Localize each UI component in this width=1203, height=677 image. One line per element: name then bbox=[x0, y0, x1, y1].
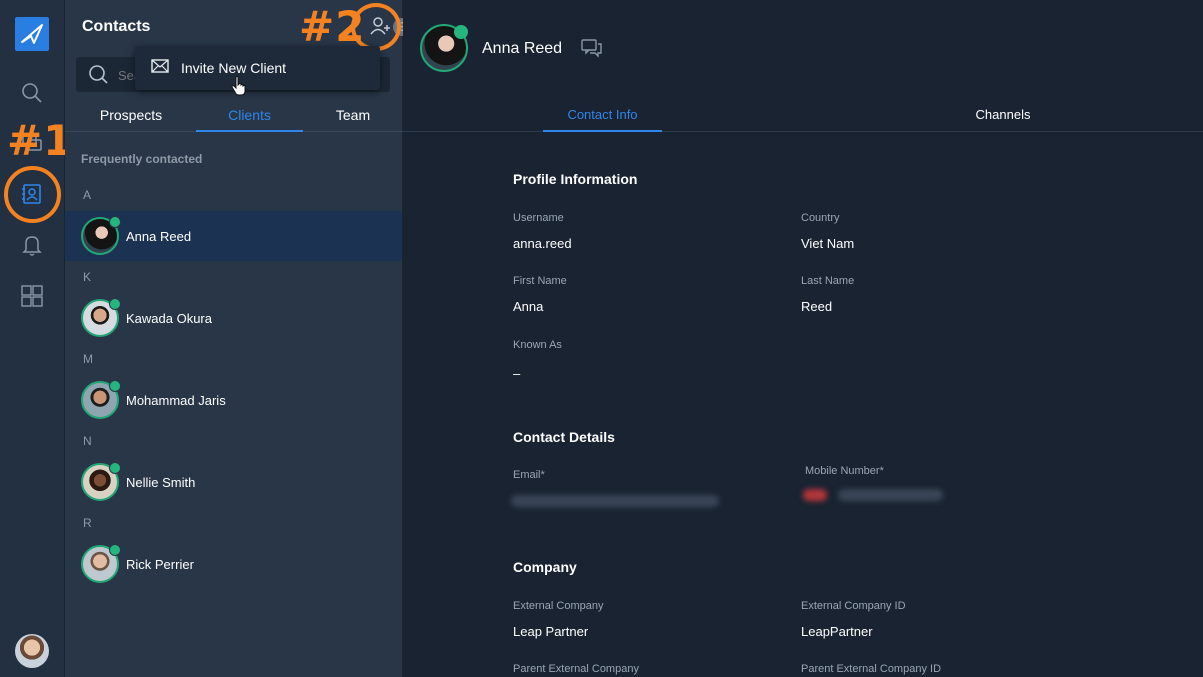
contacts-panel: Contacts ⋮ Invite New Client #2 Prospect… bbox=[65, 0, 411, 677]
contact-detail: Anna Reed Contact Info Channels Profile … bbox=[403, 0, 1203, 677]
external-company-id-label: External Company ID bbox=[801, 600, 906, 612]
contacts-tabs: Prospects Clients Team bbox=[65, 100, 403, 132]
known-as-label: Known As bbox=[513, 339, 562, 351]
contact-name: Anna Reed bbox=[126, 229, 192, 244]
country-value: Viet Nam bbox=[801, 236, 855, 251]
contact-row[interactable]: Rick Perrier bbox=[65, 539, 402, 589]
frequently-contacted-label: Frequently contacted bbox=[81, 152, 203, 166]
tab-team[interactable]: Team bbox=[323, 107, 383, 123]
username-value: anna.reed bbox=[513, 236, 572, 251]
company-heading: Company bbox=[513, 559, 577, 575]
external-company-id-value: LeapPartner bbox=[801, 624, 873, 639]
contact-header-name: Anna Reed bbox=[482, 40, 563, 57]
tab-contact-info[interactable]: Contact Info bbox=[543, 107, 662, 122]
last-name-value: Reed bbox=[801, 299, 833, 314]
annotation-ring-2 bbox=[351, 3, 401, 51]
active-tab-indicator bbox=[196, 130, 303, 132]
share-badge-icon bbox=[109, 216, 121, 228]
detail-tabs: Contact Info Channels bbox=[403, 100, 1203, 132]
share-badge-icon bbox=[109, 380, 121, 392]
share-badge-icon bbox=[109, 544, 121, 556]
logo-icon[interactable] bbox=[15, 17, 49, 51]
country-flag-redacted bbox=[803, 489, 827, 501]
first-name-value: Anna bbox=[513, 299, 544, 314]
group-letter: R bbox=[83, 516, 92, 530]
share-badge-icon bbox=[109, 298, 121, 310]
profile-heading: Profile Information bbox=[513, 171, 638, 187]
contact-name: Rick Perrier bbox=[126, 557, 194, 572]
tab-prospects[interactable]: Prospects bbox=[91, 107, 171, 123]
mobile-redacted bbox=[838, 489, 943, 501]
add-contact-menu: Invite New Client bbox=[135, 46, 380, 96]
tab-clients[interactable]: Clients bbox=[196, 107, 303, 123]
parent-external-company-id-label: Parent External Company ID bbox=[801, 663, 942, 675]
hand-cursor-icon bbox=[231, 76, 247, 101]
first-name-label: First Name bbox=[513, 275, 567, 287]
external-company-value: Leap Partner bbox=[513, 624, 589, 639]
contact-row[interactable]: Kawada Okura bbox=[65, 293, 402, 343]
group-letter: K bbox=[83, 270, 92, 284]
contact-row[interactable]: Anna Reed bbox=[65, 211, 402, 261]
contact-row[interactable]: Mohammad Jaris bbox=[65, 375, 402, 425]
contacts-title: Contacts bbox=[82, 18, 151, 35]
active-tab-indicator bbox=[543, 130, 662, 132]
invite-new-client-item[interactable]: Invite New Client bbox=[135, 50, 380, 86]
country-label: Country bbox=[801, 212, 840, 224]
contact-name: Nellie Smith bbox=[126, 475, 196, 490]
email-label: Email* bbox=[513, 469, 545, 481]
contact-name: Mohammad Jaris bbox=[126, 393, 226, 408]
group-letter: N bbox=[83, 434, 92, 448]
annotation-step-1: #1 bbox=[7, 116, 74, 165]
share-badge-icon bbox=[454, 25, 468, 39]
tab-channels[interactable]: Channels bbox=[943, 107, 1063, 122]
mobile-label: Mobile Number* bbox=[805, 465, 884, 477]
apps-grid-icon[interactable] bbox=[19, 283, 45, 309]
chat-icon[interactable] bbox=[581, 38, 603, 63]
group-letter: M bbox=[83, 352, 93, 366]
email-redacted bbox=[511, 495, 719, 507]
parent-external-company-label: Parent External Company bbox=[513, 663, 639, 675]
user-avatar[interactable] bbox=[15, 634, 49, 668]
annotation-ring-1 bbox=[4, 166, 61, 223]
username-label: Username bbox=[513, 212, 564, 224]
contact-row[interactable]: Nellie Smith bbox=[65, 457, 402, 507]
known-as-value: – bbox=[513, 366, 521, 381]
envelope-icon bbox=[151, 58, 169, 78]
search-icon bbox=[88, 64, 109, 90]
invite-new-client-label: Invite New Client bbox=[181, 60, 287, 76]
contact-name: Kawada Okura bbox=[126, 311, 212, 326]
bell-icon[interactable] bbox=[19, 232, 45, 258]
contact-details-heading: Contact Details bbox=[513, 429, 615, 445]
left-rail bbox=[0, 0, 65, 677]
search-icon[interactable] bbox=[19, 80, 45, 106]
external-company-label: External Company bbox=[513, 600, 604, 612]
last-name-label: Last Name bbox=[801, 275, 855, 287]
group-letter: A bbox=[83, 188, 92, 202]
share-badge-icon bbox=[109, 462, 121, 474]
